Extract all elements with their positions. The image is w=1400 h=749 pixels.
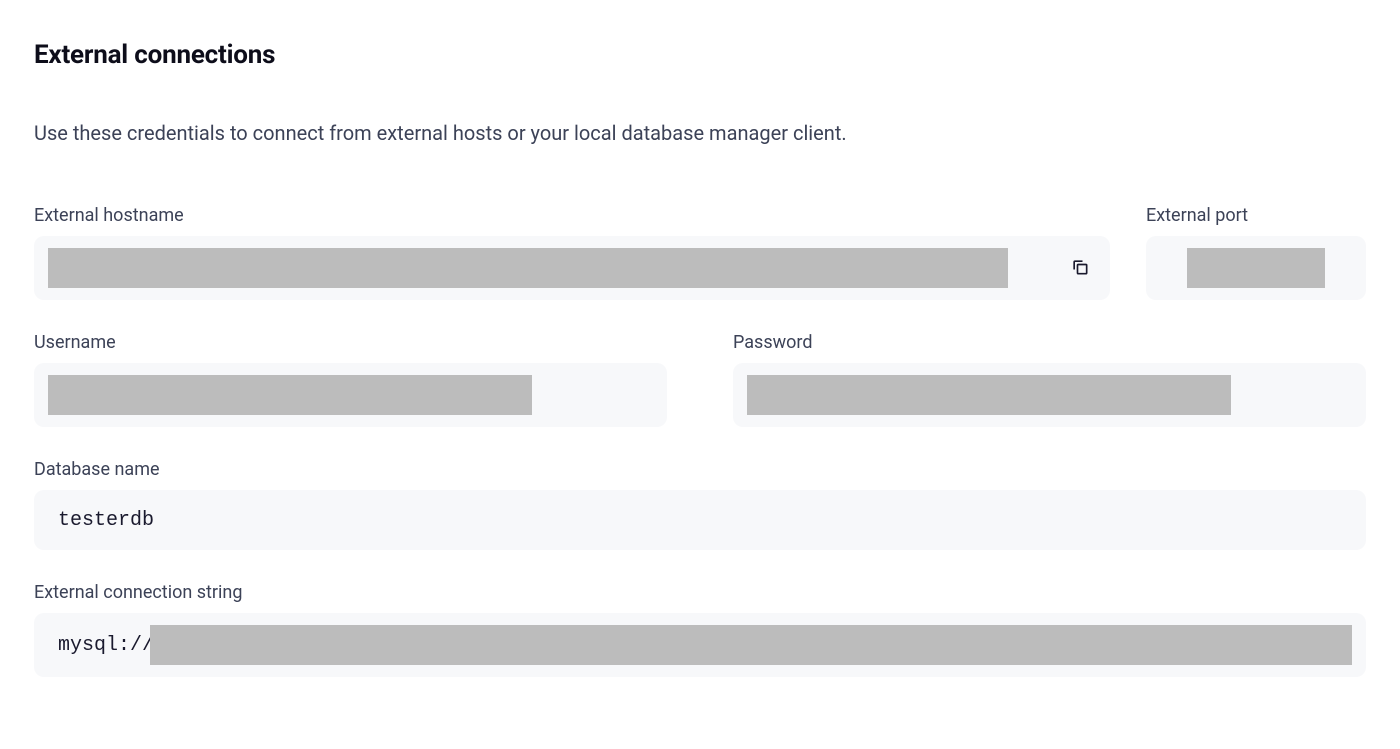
copy-hostname-button[interactable] (1064, 251, 1096, 286)
row-hostname-port: External hostname External port (34, 205, 1366, 300)
row-dbname: Database name testerdb (34, 459, 1366, 550)
username-field[interactable] (34, 363, 667, 427)
username-redacted-value (48, 375, 532, 415)
password-group: Password (733, 332, 1366, 427)
external-hostname-group: External hostname (34, 205, 1110, 300)
row-connstr: External connection string mysql:// (34, 582, 1366, 677)
username-group: Username (34, 332, 667, 427)
password-field[interactable] (733, 363, 1366, 427)
connection-string-redacted-value (150, 625, 1352, 665)
connection-string-label: External connection string (34, 582, 1366, 603)
external-port-field[interactable] (1146, 236, 1366, 300)
database-name-value: testerdb (48, 509, 154, 532)
connection-string-field[interactable]: mysql:// (34, 613, 1366, 677)
page-title: External connections (34, 40, 1366, 70)
external-hostname-label: External hostname (34, 205, 1110, 226)
copy-icon (1070, 257, 1090, 280)
password-label: Password (733, 332, 1366, 353)
external-port-label: External port (1146, 205, 1366, 226)
connection-string-group: External connection string mysql:// (34, 582, 1366, 677)
external-port-group: External port (1146, 205, 1366, 300)
connection-string-prefix: mysql:// (48, 634, 154, 657)
intro-text: Use these credentials to connect from ex… (34, 118, 904, 149)
password-redacted-value (747, 375, 1231, 415)
row-username-password: Username Password (34, 332, 1366, 427)
external-hostname-redacted-value (48, 248, 1008, 288)
external-hostname-field[interactable] (34, 236, 1110, 300)
database-name-group: Database name testerdb (34, 459, 1366, 550)
database-name-field[interactable]: testerdb (34, 490, 1366, 550)
username-label: Username (34, 332, 667, 353)
external-port-redacted-value (1187, 248, 1325, 288)
database-name-label: Database name (34, 459, 1366, 480)
